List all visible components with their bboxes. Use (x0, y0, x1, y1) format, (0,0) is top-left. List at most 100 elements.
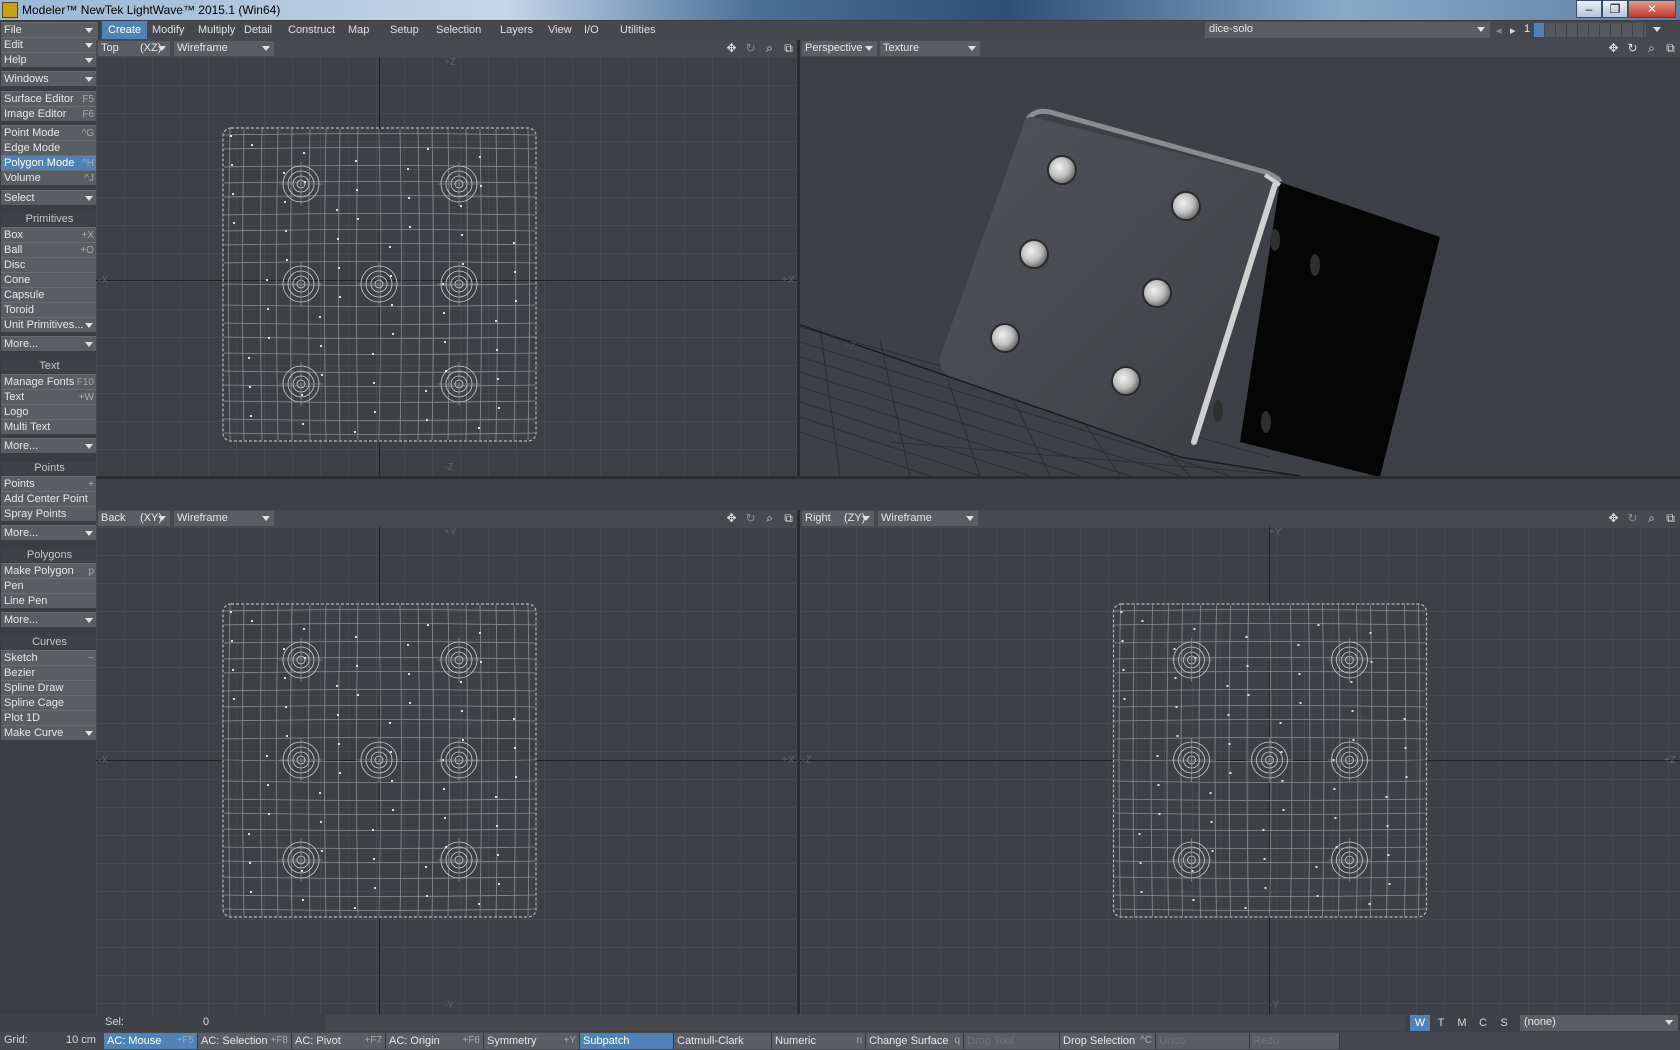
mode-button-s[interactable]: S (1494, 1015, 1514, 1031)
sidebar-item-bezier-curves[interactable]: Bezier (1, 665, 98, 680)
view-type-select[interactable]: Top (XZ) (98, 41, 170, 56)
sidebar-item-spline-cage-curves[interactable]: Spline Cage (1, 695, 98, 710)
maximize-icon[interactable]: ⧉ (1663, 511, 1678, 526)
sidebar-item-polygon-mode[interactable]: Polygon Mode ^H (1, 155, 98, 170)
sidebar-item-volume[interactable]: Volume ^J (1, 170, 98, 185)
view-type-select[interactable]: Back (XY) (98, 511, 170, 526)
tab-view[interactable]: View (542, 21, 578, 39)
maximize-icon[interactable]: ⧉ (781, 511, 796, 526)
sidebar-item-help[interactable]: Help (1, 52, 98, 67)
restore-button[interactable]: ❐ (1602, 0, 1628, 18)
viewport-perspective[interactable]: Perspective Texture ✥ ↻ ⌕ ⧉ +Z -X (800, 40, 1680, 476)
view-type-select[interactable]: Right (ZY) (802, 511, 874, 526)
view-type-select[interactable]: Perspective (802, 41, 877, 56)
render-mode-select[interactable]: Texture (880, 41, 980, 56)
sidebar-item-multi-text-text[interactable]: Multi Text (1, 419, 98, 434)
sidebar-item-points-points[interactable]: Points + (1, 476, 98, 491)
sidebar-item-pen-polygons[interactable]: Pen (1, 578, 98, 593)
sidebar-item-select[interactable]: Select (1, 190, 98, 205)
rotate-icon[interactable]: ↻ (743, 41, 758, 56)
redo-button[interactable]: Redo (1250, 1033, 1340, 1049)
sidebar-item-spline-draw-curves[interactable]: Spline Draw (1, 680, 98, 695)
tab-map[interactable]: Map (342, 21, 375, 39)
mode-button-c[interactable]: C (1473, 1015, 1493, 1031)
viewport-right[interactable]: Right (ZY) Wireframe ✥ ↻ ⌕ ⧉ +Y -Y -Z +Z (800, 510, 1680, 1014)
viewport-back-canvas[interactable]: +Y -Y -X +X (96, 527, 798, 1014)
zoom-icon[interactable]: ⌕ (1644, 511, 1659, 526)
sidebar-item-manage-fonts-text[interactable]: Manage Fonts F10 (1, 374, 98, 389)
tab-create[interactable]: Create (102, 21, 148, 39)
drop-selection-button[interactable]: Drop Selection ^C (1060, 1033, 1156, 1049)
move-icon[interactable]: ✥ (724, 41, 739, 56)
move-icon[interactable]: ✥ (724, 511, 739, 526)
layer-slots[interactable] (1545, 23, 1646, 37)
ac-pivot-button[interactable]: AC: Pivot +F7 (292, 1033, 386, 1049)
render-mode-select[interactable]: Wireframe (174, 41, 274, 56)
sidebar-item-point-mode[interactable]: Point Mode ^G (1, 125, 98, 140)
numeric-button[interactable]: Numeric n (772, 1033, 866, 1049)
tab-detail[interactable]: Detail (238, 21, 278, 39)
layer-slot-active[interactable] (1534, 23, 1544, 37)
sidebar-item-cone-primitives[interactable]: Cone (1, 272, 98, 287)
rotate-icon[interactable]: ↻ (1625, 41, 1640, 56)
sidebar-item-more-points[interactable]: More... (1, 525, 98, 540)
render-mode-select[interactable]: Wireframe (878, 511, 978, 526)
close-button[interactable]: ✕ (1628, 0, 1676, 18)
sidebar-item-text-text[interactable]: Text +W (1, 389, 98, 404)
tab-selection[interactable]: Selection (430, 21, 487, 39)
layer-bank[interactable] (1534, 23, 1646, 37)
sidebar-item-surface-editor[interactable]: Surface Editor F5 (1, 91, 98, 106)
surface-select[interactable]: (none) (1520, 1015, 1678, 1031)
mode-button-w[interactable]: W (1410, 1015, 1430, 1031)
mode-button-m[interactable]: M (1452, 1015, 1472, 1031)
sidebar-item-windows[interactable]: Windows (1, 71, 98, 86)
sidebar-item-capsule-primitives[interactable]: Capsule (1, 287, 98, 302)
tab-construct[interactable]: Construct (282, 21, 341, 39)
object-selector[interactable]: dice-solo (1205, 22, 1490, 38)
sidebar-item-sketch-curves[interactable]: Sketch ~ (1, 650, 98, 665)
sidebar-item-ball-primitives[interactable]: Ball +O (1, 242, 98, 257)
maximize-icon[interactable]: ⧉ (1663, 41, 1678, 56)
sidebar-item-spray-points-points[interactable]: Spray Points (1, 506, 98, 521)
minimize-button[interactable]: – (1576, 0, 1602, 18)
symmetry-button[interactable]: Symmetry +Y (484, 1033, 580, 1049)
sidebar-item-make-polygon-polygons[interactable]: Make Polygon p (1, 563, 98, 578)
subpatch-button[interactable]: Subpatch (580, 1033, 674, 1049)
rotate-icon[interactable]: ↻ (743, 511, 758, 526)
next-layer-icon[interactable]: ▸ (1510, 24, 1516, 37)
tab-layers[interactable]: Layers (494, 21, 539, 39)
viewport-right-canvas[interactable]: +Y -Y -Z +Z (800, 527, 1680, 1014)
render-mode-select[interactable]: Wireframe (174, 511, 274, 526)
ac-origin-button[interactable]: AC: Origin +F6 (386, 1033, 484, 1049)
rotate-icon[interactable]: ↻ (1625, 511, 1640, 526)
drop-tool-button[interactable]: Drop Tool (964, 1033, 1060, 1049)
sidebar-item-logo-text[interactable]: Logo (1, 404, 98, 419)
sidebar-item-unit-primitives-primitives[interactable]: Unit Primitives... (1, 317, 98, 332)
sidebar-item-box-primitives[interactable]: Box +X (1, 227, 98, 242)
sidebar-item-edge-mode[interactable]: Edge Mode (1, 140, 98, 155)
sidebar-item-more-primitives[interactable]: More... (1, 336, 98, 351)
undo-button[interactable]: Undo (1156, 1033, 1250, 1049)
zoom-icon[interactable]: ⌕ (762, 41, 777, 56)
tab-multiply[interactable]: Multiply (192, 21, 241, 39)
title-bar[interactable]: Modeler™ NewTek LightWave™ 2015.1 (Win64… (0, 0, 1680, 20)
prev-layer-icon[interactable]: ◂ (1496, 24, 1502, 37)
move-icon[interactable]: ✥ (1606, 511, 1621, 526)
mode-button-t[interactable]: T (1431, 1015, 1451, 1031)
sidebar-item-more-text[interactable]: More... (1, 438, 98, 453)
sidebar-item-add-center-point-points[interactable]: Add Center Point (1, 491, 98, 506)
viewport-perspective-canvas[interactable]: +Z -X (800, 57, 1680, 476)
viewport-top-canvas[interactable]: +Z -Z -X +X (96, 57, 798, 476)
sidebar-item-image-editor[interactable]: Image Editor F6 (1, 106, 98, 121)
tab-i-o[interactable]: I/O (578, 21, 605, 39)
sidebar-item-edit[interactable]: Edit (1, 37, 98, 52)
viewport-top[interactable]: Top (XZ) Wireframe ✥ ↻ ⌕ ⧉ +Z -Z -X +X (96, 40, 798, 476)
sidebar-item-toroid-primitives[interactable]: Toroid (1, 302, 98, 317)
sidebar-item-more-polygons[interactable]: More... (1, 612, 98, 627)
layer-menu-chevron-icon[interactable] (1653, 27, 1661, 32)
sidebar-item-make-curve-curves[interactable]: Make Curve (1, 725, 98, 740)
ac-mouse-button[interactable]: AC: Mouse +F5 (104, 1033, 198, 1049)
catmull-clark-button[interactable]: Catmull-Clark (674, 1033, 772, 1049)
sidebar-item-file[interactable]: File (1, 22, 98, 37)
tab-modify[interactable]: Modify (146, 21, 190, 39)
